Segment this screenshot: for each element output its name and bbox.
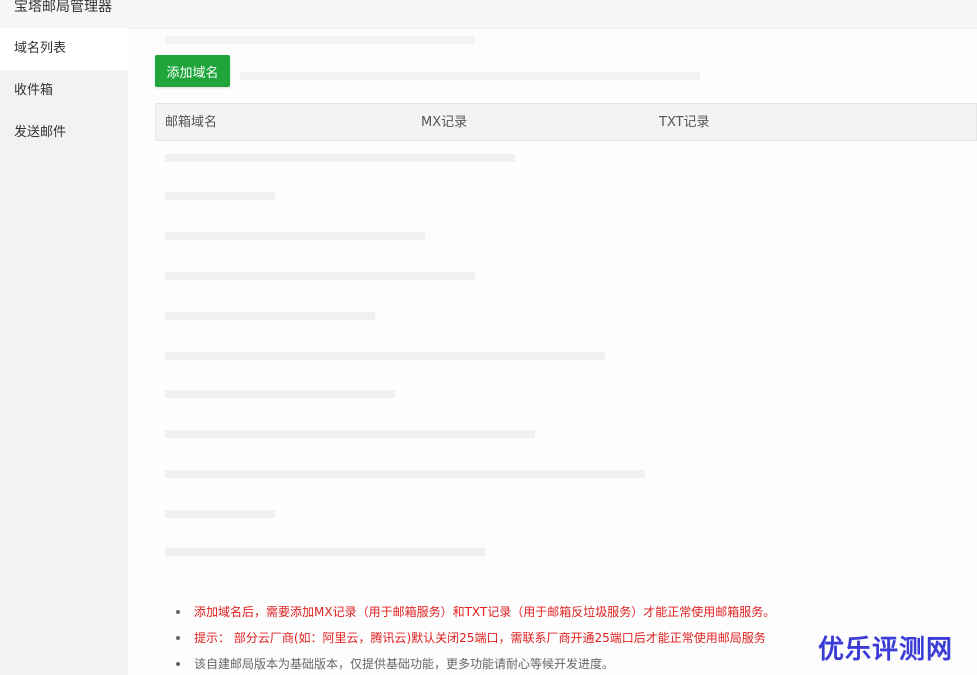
sidebar-item-send-mail[interactable]: 发送邮件: [0, 112, 128, 154]
sidebar-item-domain-list[interactable]: 域名列表: [0, 28, 128, 70]
column-header-txt: TXT记录: [659, 115, 710, 130]
window-title: 宝塔邮局管理器: [14, 0, 112, 15]
column-header-domain: 邮箱域名: [165, 115, 218, 130]
watermark: 优乐评测网: [818, 635, 954, 665]
mail-manager-window: 宝塔邮局管理器 域名列表 收件箱 发送邮件 添加域名 邮箱域名 MX记录 TXT…: [0, 0, 977, 675]
titlebar: 宝塔邮局管理器: [0, 0, 977, 29]
domain-table-header: 邮箱域名 MX记录 TXT记录: [155, 103, 977, 141]
sidebar-item-inbox[interactable]: 收件箱: [0, 70, 128, 112]
tips-list: 添加域名后，需要添加MX记录（用于邮箱服务）和TXT记录（用于邮箱反垃圾服务）才…: [176, 605, 775, 675]
tip-item-port-25: 提示： 部分云厂商(如：阿里云，腾讯云)默认关闭25端口，需联系厂商开通25端口…: [176, 631, 775, 645]
sidebar: 域名列表 收件箱 发送邮件: [0, 28, 128, 675]
add-domain-button[interactable]: 添加域名: [155, 55, 230, 87]
tip-item-basic-version: 该自建邮局版本为基础版本，仅提供基础功能，更多功能请耐心等候开发进度。: [176, 657, 775, 671]
column-header-mx: MX记录: [421, 115, 468, 130]
tip-item-mx-txt: 添加域名后，需要添加MX记录（用于邮箱服务）和TXT记录（用于邮箱反垃圾服务）才…: [176, 605, 775, 619]
